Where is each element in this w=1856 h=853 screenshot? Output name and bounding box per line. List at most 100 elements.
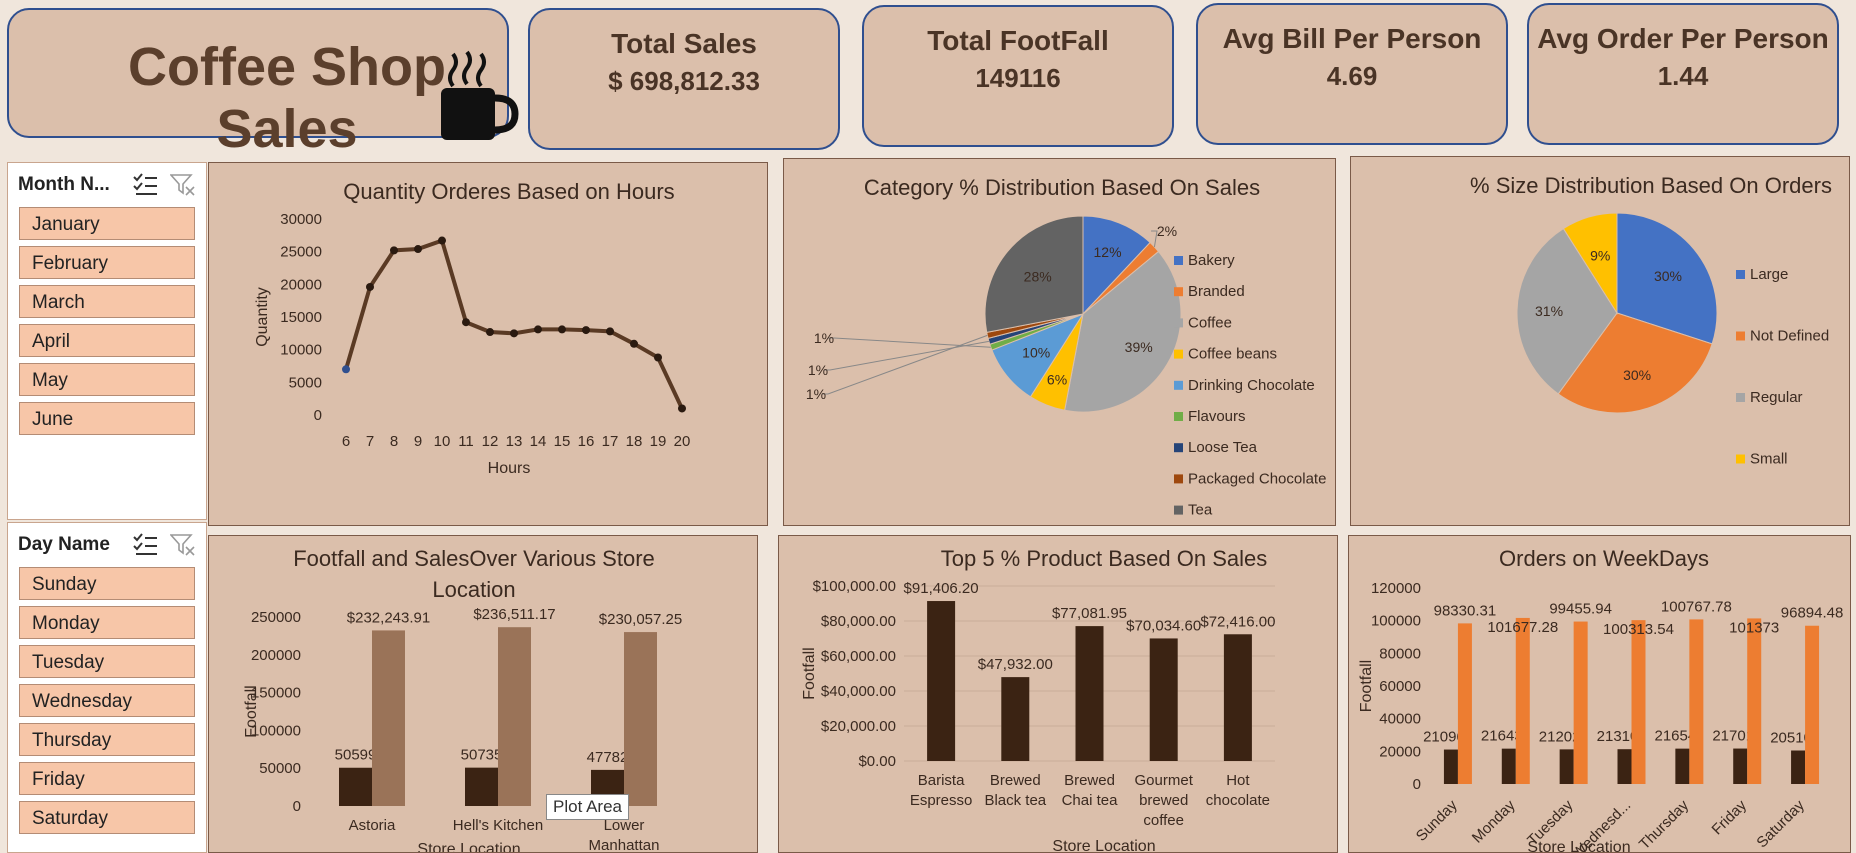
slicer-item-saturday[interactable]: Saturday [19, 801, 195, 834]
data-label: 98330.31 [1434, 602, 1497, 619]
data-label: 100313.54 [1603, 621, 1674, 638]
data-label: 1% [808, 362, 828, 378]
bar [1501, 748, 1516, 784]
data-point [510, 329, 518, 338]
clear-filter-icon[interactable] [170, 173, 196, 197]
x-tick-label: brewed [1139, 792, 1188, 809]
y-tick-label: 0 [314, 407, 322, 424]
legend-swatch [1736, 331, 1745, 341]
data-label: 10% [1022, 345, 1050, 361]
data-label: $70,034.60 [1126, 617, 1201, 634]
slicer-item-march[interactable]: March [19, 285, 195, 318]
data-label: 30% [1623, 367, 1651, 383]
kpi-label: Total FootFall [927, 25, 1109, 56]
data-label: 50735 [461, 747, 503, 764]
x-tick-label: coffee [1143, 812, 1184, 829]
plot-area-tooltip: Plot Area [546, 794, 629, 820]
slicer-item-thursday[interactable]: Thursday [19, 723, 195, 756]
weekdays-chart-panel: Orders on WeekDays 0 20000 40000 60000 80000 1… [1348, 535, 1851, 853]
weekdays-bar-chart[interactable]: Orders on WeekDays 0 20000 40000 60000 80000 1… [1349, 536, 1851, 853]
data-point [366, 282, 374, 291]
size-pie-chart[interactable]: % Size Distribution Based On Orders 30% 30… [1351, 157, 1850, 526]
y-tick-label: 20000 [1379, 743, 1421, 760]
legend-swatch [1174, 318, 1183, 328]
slicer-item-january[interactable]: January [19, 207, 195, 240]
slicer-item-tuesday[interactable]: Tuesday [19, 645, 195, 678]
bar [1515, 617, 1530, 784]
data-label: 1% [814, 330, 834, 346]
data-point [558, 325, 566, 334]
slicer-item-may[interactable]: May [19, 363, 195, 396]
y-tick-label: 100000 [1371, 613, 1421, 630]
legend-label: Small [1750, 451, 1788, 468]
store-chart-panel: Footfall and SalesOver Various Store Loca… [208, 535, 758, 853]
chart-title: Footfall and SalesOver Various Store [293, 546, 655, 571]
x-tick-label: Brewed [990, 772, 1041, 789]
x-tick-label: 12 [482, 433, 499, 450]
legend-label: Branded [1188, 283, 1245, 300]
bar [1805, 625, 1820, 784]
products-bar-chart[interactable]: Top 5 % Product Based On Sales $0.00 $20,0… [779, 536, 1338, 853]
multi-select-icon[interactable] [132, 533, 158, 557]
y-axis-label: Quantity [254, 287, 271, 347]
day-slicer: Day Name Sunday Monday Tuesday Wednesday… [7, 522, 207, 853]
data-point [438, 236, 446, 245]
bar [1001, 677, 1030, 761]
data-label: 100767.78 [1661, 598, 1732, 615]
kpi-label: Total Sales [611, 28, 757, 59]
x-tick-label: 20 [674, 433, 691, 450]
y-tick-label: 80000 [1379, 645, 1421, 662]
hours-line-chart[interactable]: Quantity Orderes Based on Hours 0 5000 1000… [209, 163, 768, 526]
clear-filter-icon[interactable] [170, 533, 196, 557]
x-tick-label: 9 [414, 433, 422, 450]
data-label: $91,406.20 [904, 580, 979, 597]
x-tick-label: Sunday [1413, 796, 1461, 844]
x-tick-label: 16 [578, 433, 595, 450]
category-pie-chart[interactable]: Category % Distribution Based On Sales 12… [784, 159, 1336, 526]
x-tick-label: Barista [918, 772, 965, 789]
legend-label: Drinking Chocolate [1188, 377, 1315, 394]
leader-line [822, 334, 988, 395]
data-label: $77,081.95 [1052, 605, 1127, 622]
legend-swatch [1174, 349, 1183, 359]
y-tick-label: 15000 [280, 309, 322, 326]
x-tick-label: Monday [1469, 796, 1519, 846]
x-tick-label: Friday [1709, 796, 1751, 838]
kpi-label: Avg Bill Per Person [1222, 23, 1482, 54]
x-tick-label: Saturday [1753, 796, 1808, 851]
slicer-item-sunday[interactable]: Sunday [19, 567, 195, 600]
y-tick-label: 200000 [251, 647, 301, 664]
series-line [344, 237, 684, 410]
legend-label: Coffee [1188, 314, 1232, 331]
multi-select-icon[interactable] [132, 173, 158, 197]
slicer-item-june[interactable]: June [19, 402, 195, 435]
slicer-header: Day Name [8, 523, 206, 567]
kpi-value: 1.44 [1657, 61, 1709, 91]
data-label: 1% [806, 386, 826, 402]
y-tick-label: 250000 [251, 609, 301, 626]
slicer-item-friday[interactable]: Friday [19, 762, 195, 795]
store-bar-chart[interactable]: Footfall and SalesOver Various Store Loca… [209, 536, 758, 853]
kpi-value: 149116 [975, 63, 1061, 93]
slicer-item-monday[interactable]: Monday [19, 606, 195, 639]
data-label: 30% [1654, 268, 1682, 284]
x-tick-label: 10 [434, 433, 451, 450]
x-tick-label: Hot [1226, 772, 1250, 789]
chart-title: Location [432, 577, 515, 602]
x-axis-label: Store Location [417, 841, 520, 853]
x-tick-label: 17 [602, 433, 619, 450]
data-point [390, 246, 398, 255]
legend-swatch [1174, 474, 1183, 484]
legend-swatch [1174, 256, 1183, 265]
chart-title: Category % Distribution Based On Sales [864, 175, 1260, 200]
slicer-title: Month N... [18, 174, 110, 195]
bar [1617, 749, 1632, 784]
x-tick-label: Manhattan [589, 837, 660, 853]
bar [1223, 634, 1252, 761]
data-label: $232,243.91 [347, 609, 430, 626]
slicer-item-april[interactable]: April [19, 324, 195, 357]
bar [1689, 619, 1704, 784]
slicer-item-wednesday[interactable]: Wednesday [19, 684, 195, 717]
slicer-item-february[interactable]: February [19, 246, 195, 279]
data-point [630, 339, 638, 348]
